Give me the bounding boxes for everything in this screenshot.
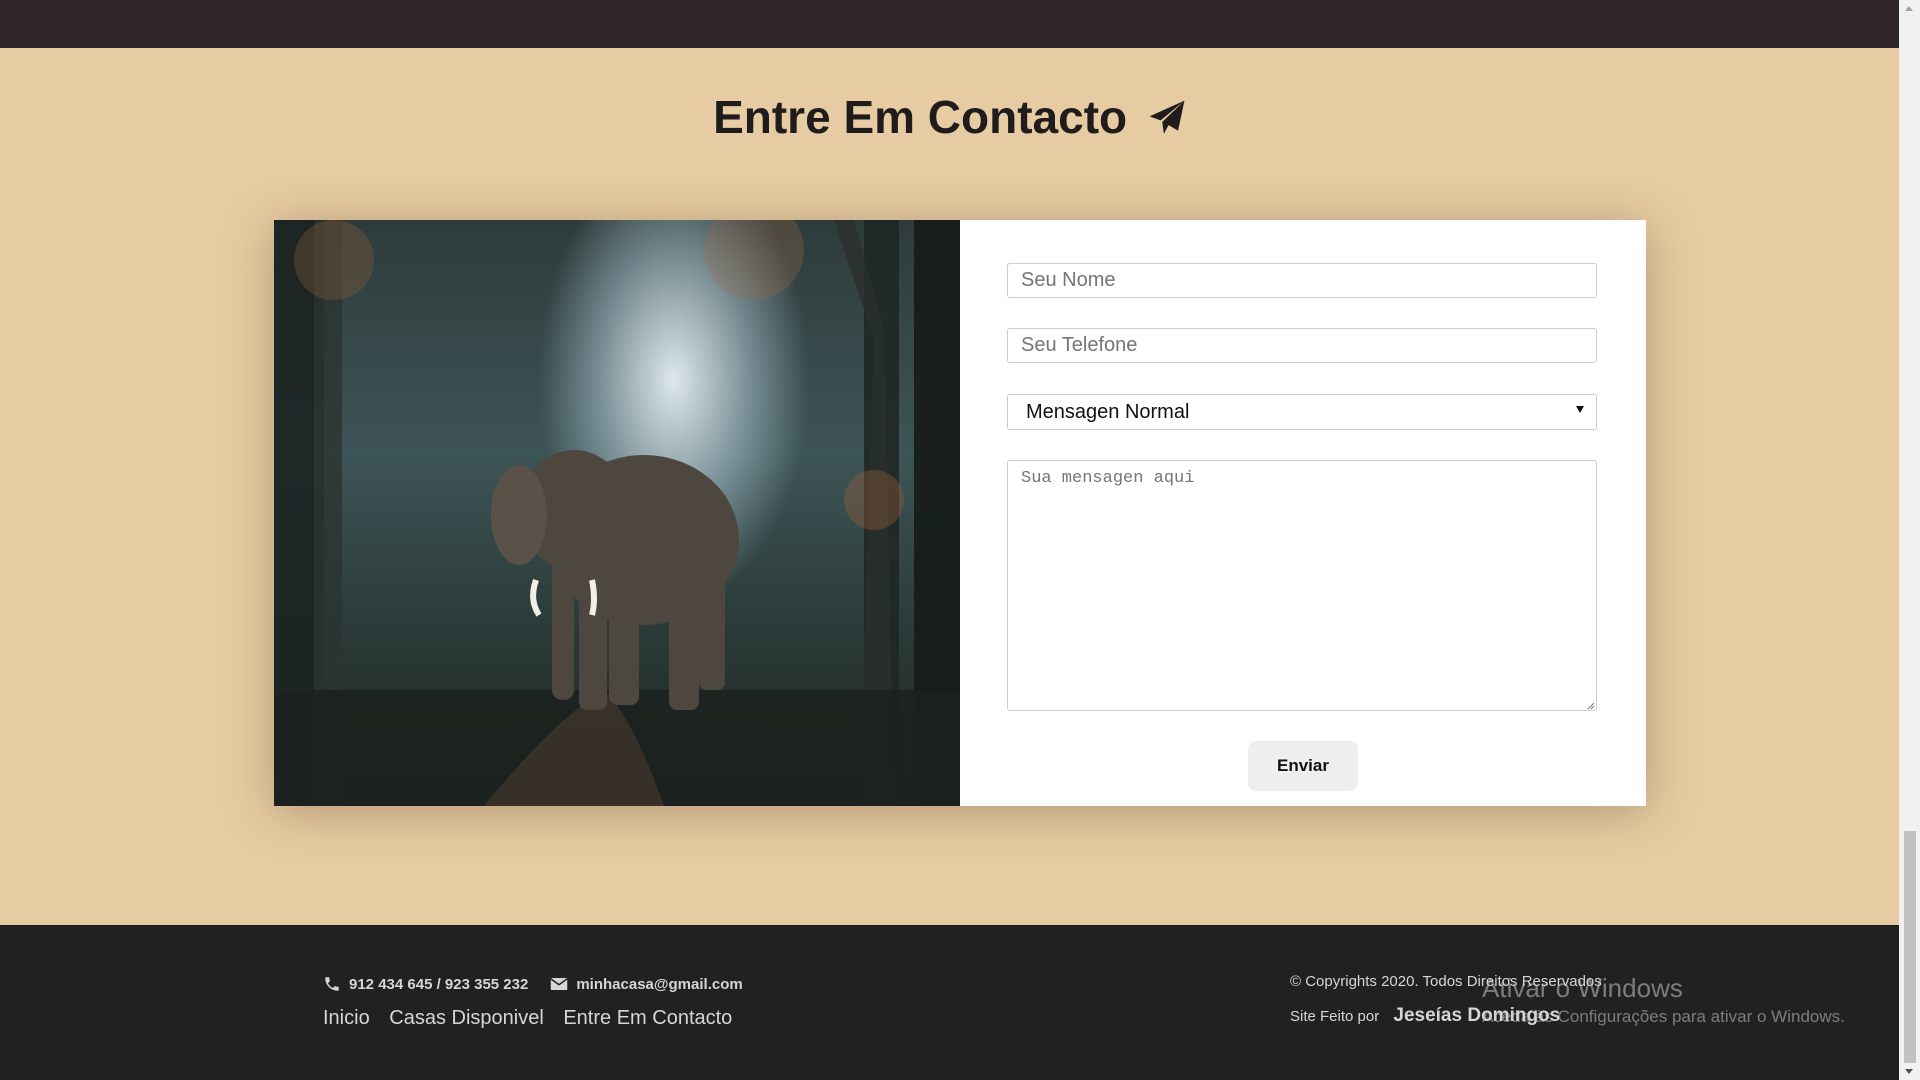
footer-contact: 912 434 645 / 923 355 232 minhacasa@gmai…	[323, 975, 743, 993]
message-type-value: Mensagen Normal	[1026, 401, 1190, 423]
phone-numbers: 912 434 645 / 923 355 232	[349, 975, 529, 993]
email-text: minhacasa@gmail.com	[576, 975, 743, 993]
send-button[interactable]: Enviar	[1248, 741, 1358, 791]
vertical-scrollbar[interactable]	[1899, 0, 1920, 1080]
scroll-up-arrow-icon[interactable]	[1899, 0, 1920, 17]
footer: 912 434 645 / 923 355 232 minhacasa@gmai…	[0, 925, 1899, 1080]
phone-input[interactable]	[1007, 328, 1597, 363]
section-title: Entre Em Contacto	[0, 90, 1899, 144]
scrollbar-thumb[interactable]	[1904, 831, 1916, 1063]
name-input[interactable]	[1007, 263, 1597, 298]
message-type-select[interactable]: Mensagen Normal	[1007, 394, 1597, 430]
footer-nav-inicio[interactable]: Inicio	[323, 1007, 370, 1029]
phone-icon	[325, 977, 339, 991]
elephant-forest-image	[274, 220, 960, 806]
footer-nav-entre-em-contacto[interactable]: Entre Em Contacto	[563, 1007, 732, 1029]
windows-activation-title: Ativar o Windows	[1482, 973, 1683, 1003]
contact-card: Mensagen Normal Enviar	[274, 220, 1646, 806]
top-navbar	[0, 0, 1899, 48]
resize-grip-icon[interactable]	[1587, 702, 1595, 710]
paper-plane-icon	[1149, 100, 1185, 134]
scroll-down-arrow-icon[interactable]	[1899, 1063, 1920, 1080]
dropdown-arrow-icon	[1576, 406, 1584, 413]
footer-nav-casas-disponivel[interactable]: Casas Disponivel	[389, 1007, 544, 1029]
section-title-text: Entre Em Contacto	[713, 91, 1128, 143]
footer-nav: Inicio Casas Disponivel Entre Em Contact…	[323, 1007, 746, 1030]
windows-activation-subtitle: Aceda às Configurações para ativar o Win…	[1482, 1007, 1845, 1026]
envelope-icon	[550, 978, 569, 990]
footer-email[interactable]: minhacasa@gmail.com	[550, 975, 743, 993]
made-by-label: Site Feito por	[1290, 1008, 1380, 1025]
message-textarea[interactable]	[1007, 460, 1597, 711]
